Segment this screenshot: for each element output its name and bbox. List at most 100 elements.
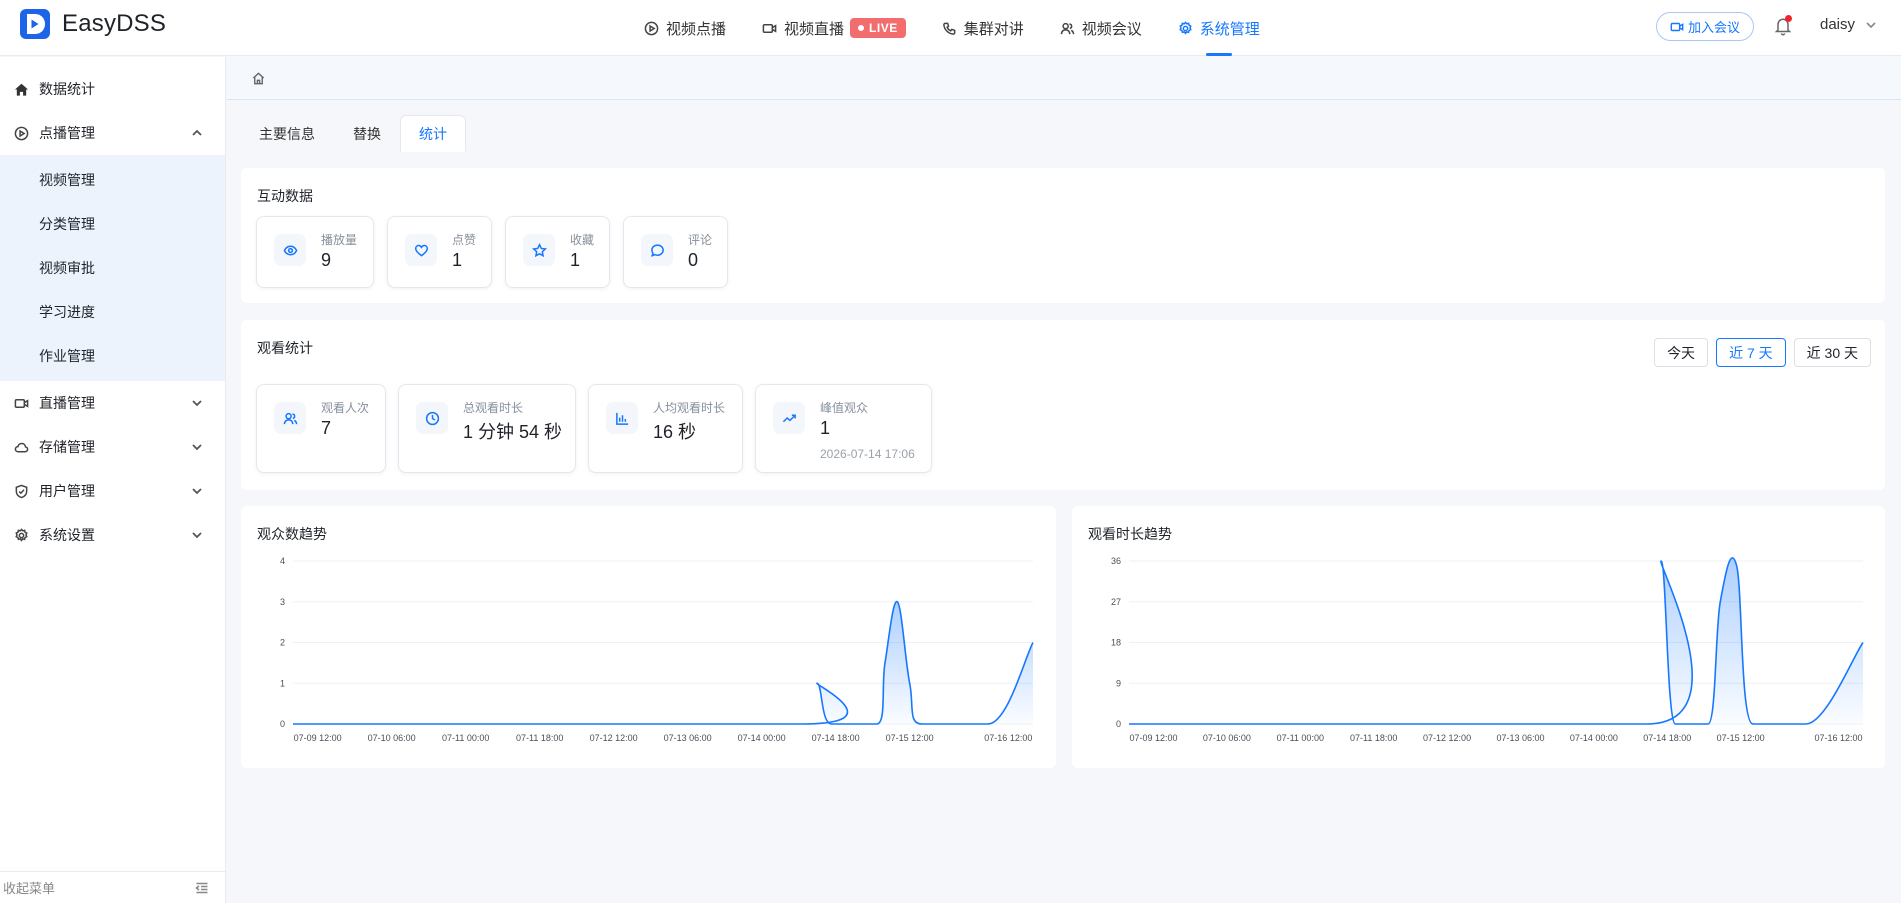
x-tick-label: 07-14 00:00 [1570,733,1618,743]
stat-value: 9 [321,250,332,270]
notification-bell[interactable] [1774,15,1792,36]
x-tick-label: 07-15 12:00 [886,733,934,743]
tab-main-info[interactable]: 主要信息 [240,115,334,152]
stat-value: 7 [321,418,332,438]
interaction-title: 互动数据 [257,188,313,204]
join-meeting-button[interactable]: 加入会议 [1656,12,1754,41]
video-camera-icon [14,398,29,408]
sidebar-subitem-video-approval[interactable]: 视频审批 [0,246,225,290]
stat-value: 1 分钟 54 秒 [463,422,563,442]
bar-chart-icon [606,402,638,434]
stat-peak-viewers: 峰值观众 1 2026-07-14 17:06 [755,384,932,473]
home-icon [14,83,29,96]
collapse-menu-label: 收起菜单 [3,881,56,896]
home-icon[interactable] [251,71,266,86]
indent-icon [195,882,208,893]
x-tick-label: 07-13 06:00 [664,733,712,743]
y-tick-label: 36 [1111,556,1121,566]
shield-check-icon [15,484,28,498]
video-camera-icon [1670,22,1684,31]
range-30-days-button[interactable]: 近 30 天 [1793,338,1871,367]
collapse-menu-button[interactable]: 收起菜单 [0,871,225,903]
y-tick-label: 3 [280,597,285,607]
stat-label: 峰值观众 [820,401,869,415]
gear-icon [15,527,28,542]
x-tick-label: 07-10 06:00 [368,733,416,743]
topnav-system-management[interactable]: 系统管理 [1160,0,1278,56]
brand[interactable]: EasyDSS [20,9,166,39]
stat-comments: 评论 0 [623,216,728,288]
time-range-selector: 今天 近 7 天 近 30 天 [1654,338,1871,367]
series-line [293,600,1034,725]
tab-replace[interactable]: 替换 [334,115,400,152]
stat-total-watch-time: 总观看时长 1 分钟 54 秒 [398,384,576,473]
stat-value: 16 秒 [653,422,697,442]
clock-icon [416,402,448,434]
sidebar: 数据统计 点播管理 视频管理 分类管理 视频审批 学习进度 作业管理 直播管理 … [0,57,226,903]
viewer-trend-card: 观众数趋势 0 1 2 3 4 07-09 12:00 07-10 06:00 07-11 0… [241,506,1056,768]
sidebar-item-data-stats[interactable]: 数据统计 [0,67,225,111]
chevron-down-icon [1866,21,1876,28]
topnav-label: 系统管理 [1199,20,1260,38]
video-camera-icon [762,23,777,33]
y-tick-label: 4 [280,556,285,566]
sidebar-subitem-learning-progress[interactable]: 学习进度 [0,290,225,334]
chevron-up-icon [192,129,202,136]
user-menu[interactable]: daisy [1820,16,1877,33]
y-tick-label: 1 [280,678,285,688]
y-tick-label: 2 [280,638,285,648]
sidebar-item-label: 存储管理 [39,439,95,455]
x-tick-label: 07-16 12:00 [1815,733,1863,743]
sidebar-subitem-video-management[interactable]: 视频管理 [0,158,225,202]
breadcrumb [227,57,1901,100]
stat-label: 点赞 [452,233,477,247]
sidebar-item-vod-management[interactable]: 点播管理 [0,111,225,155]
x-tick-label: 07-11 18:00 [1350,733,1397,743]
top-navigation: 视频点播 视频直播 LIVE 集群对讲 视频会议 系统管理 [626,0,1278,56]
live-badge-text: LIVE [869,21,898,35]
topnav-label: 视频点播 [666,20,727,38]
stat-label: 总观看时长 [463,401,524,415]
eye-icon [274,234,306,266]
sidebar-subitem-homework-management[interactable]: 作业管理 [0,334,225,378]
stat-label: 评论 [688,233,713,247]
tab-statistics[interactable]: 统计 [400,115,466,152]
interaction-card: 互动数据 播放量 9 点赞 1 收藏 1 评论 0 [241,168,1885,303]
topnav-video-meeting[interactable]: 视频会议 [1042,0,1160,56]
stat-avg-watch-time: 人均观看时长 16 秒 [588,384,743,473]
chevron-down-icon [192,444,202,451]
topnav-label: 视频会议 [1081,20,1142,38]
sidebar-item-user-management[interactable]: 用户管理 [0,469,225,513]
sidebar-item-label: 数据统计 [39,81,95,97]
users-icon [274,402,306,434]
stat-label: 人均观看时长 [653,401,726,415]
stat-likes: 点赞 1 [387,216,492,288]
stat-value: 1 [452,250,463,270]
x-tick-label: 07-14 00:00 [738,733,786,743]
trend-icon [773,402,805,434]
topnav-video-live[interactable]: 视频直播 LIVE [744,0,924,56]
range-7-days-button[interactable]: 近 7 天 [1716,338,1786,367]
sidebar-item-system-settings[interactable]: 系统设置 [0,513,225,557]
topnav-video-vod[interactable]: 视频点播 [626,0,744,56]
series-area [293,601,1033,724]
live-dot-icon [858,25,865,31]
y-tick-label: 0 [1116,719,1121,729]
series-line [1129,557,1864,725]
topnav-label: 视频直播 [784,20,845,38]
sidebar-subitem-category-management[interactable]: 分类管理 [0,202,225,246]
heart-icon [405,234,437,266]
cloud-icon [14,442,29,452]
chevron-down-icon [192,532,202,539]
y-tick-label: 27 [1111,597,1121,607]
sidebar-item-storage-management[interactable]: 存储管理 [0,425,225,469]
sidebar-item-label: 系统设置 [39,527,95,543]
topnav-cluster-talk[interactable]: 集群对讲 [924,0,1042,56]
range-today-button[interactable]: 今天 [1654,338,1709,367]
live-badge: LIVE [850,18,906,38]
stat-label: 观看人次 [321,401,370,415]
x-tick-label: 07-12 12:00 [1423,733,1471,743]
stat-label: 播放量 [321,233,358,247]
series-area [1129,557,1863,724]
sidebar-item-live-management[interactable]: 直播管理 [0,381,225,425]
